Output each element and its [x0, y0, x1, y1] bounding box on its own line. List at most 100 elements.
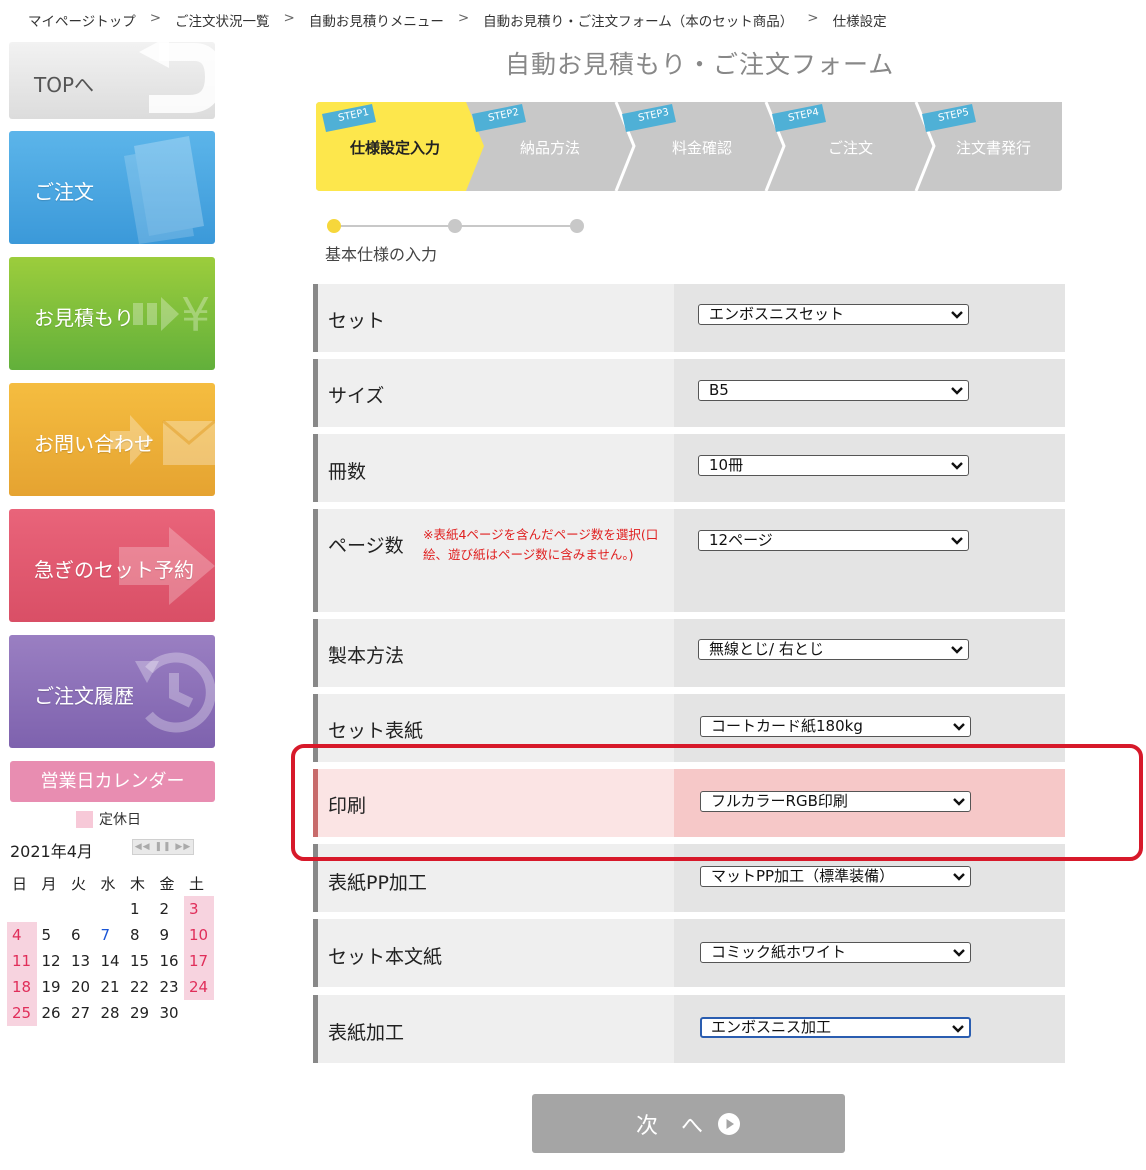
calendar-legend: 定休日: [76, 809, 141, 829]
calendar-day: 17: [184, 948, 214, 974]
row-cover-finish: 表紙加工 エンボスニス加工: [313, 995, 1065, 1063]
body-paper-select[interactable]: コミック紙ホワイト: [700, 942, 971, 963]
chevron-down-icon: [951, 462, 963, 470]
step2-label: 納品方法: [520, 139, 581, 157]
calendar-week-row: 18 19 20 21 22 23 24: [7, 974, 214, 1000]
step3-label: 料金確認: [672, 139, 733, 157]
calendar-day: 15: [130, 952, 150, 970]
calendar-day: 7: [100, 926, 111, 944]
step4-label: ご注文: [828, 139, 874, 157]
calendar-day: 19: [41, 978, 61, 996]
calendar-day: 16: [159, 952, 179, 970]
calendar-day: 12: [41, 952, 61, 970]
cover-paper-select[interactable]: コートカード紙180kg: [700, 716, 971, 737]
calendar-day: 28: [100, 1004, 120, 1022]
calendar-day: 14: [100, 952, 120, 970]
row-body-paper: セット本文紙 コミック紙ホワイト: [313, 919, 1065, 987]
form-title: 自動お見積もり・ご注文フォーム: [505, 50, 895, 79]
sidebar-quote-label: お見積もり: [34, 306, 134, 330]
breadcrumb-separator: >: [283, 10, 295, 26]
row-size: サイズ B5: [313, 359, 1065, 427]
sidebar-rush-button[interactable]: 急ぎのセット予約: [9, 509, 215, 622]
calendar-day: 22: [130, 978, 150, 996]
cover-pp-select[interactable]: マットPP加工（標準装備）: [700, 866, 971, 887]
chevron-down-icon: [952, 1025, 964, 1033]
sidebar-history-button[interactable]: ご注文履歴: [9, 635, 215, 748]
chevron-down-icon: [951, 311, 963, 319]
calendar-grid: 日 月 火 水 木 金 土 1 2 3 4 5 6 7 8 9 10 11 12 13 14 15 16 17 1…: [7, 870, 214, 1026]
calendar-day: 10: [184, 922, 214, 948]
calendar-empty-cell: [96, 896, 126, 922]
calendar-day: 5: [41, 926, 52, 944]
calendar-day: 11: [7, 948, 37, 974]
calendar-day: 2: [159, 900, 170, 918]
calendar-day: 1: [130, 900, 140, 918]
size-select[interactable]: B5: [698, 380, 969, 401]
play-circle-icon: [718, 1112, 740, 1135]
row-binding: 製本方法 無線とじ/ 右とじ: [313, 619, 1065, 687]
substep-progress: [327, 219, 584, 233]
sidebar-contact-label: お問い合わせ: [34, 432, 154, 456]
chevron-down-icon: [953, 949, 965, 957]
copies-select[interactable]: 10冊: [698, 455, 969, 476]
sidebar-quote-button[interactable]: ¥ お見積もり: [9, 257, 215, 370]
calendar-day: 6: [71, 926, 81, 944]
breadcrumb: マイページトップ > ご注文状況一覧 > 自動お見積りメニュー > 自動お見積り…: [28, 10, 887, 30]
chevron-down-icon: [951, 537, 963, 545]
row-cover-finish-label: 表紙加工: [328, 1022, 405, 1044]
breadcrumb-mypage-top[interactable]: マイページトップ: [28, 10, 136, 30]
sidebar-order-label: ご注文: [34, 180, 94, 204]
calendar-empty-cell: [37, 896, 67, 922]
next-button-label: 次 へ: [636, 1113, 711, 1139]
return-arrow-icon: [139, 42, 215, 113]
weekday-tue: 火: [71, 874, 87, 893]
row-pages: ページ数 ※表紙4ページを含んだページ数を選択(口絵、遊び紙はページ数に含みませ…: [313, 509, 1065, 612]
calendar-day: 25: [7, 1000, 37, 1026]
set-select[interactable]: エンボスニスセット: [698, 304, 969, 325]
svg-text:¥: ¥: [181, 288, 210, 342]
sidebar-top-button[interactable]: TOPへ: [9, 42, 215, 119]
substep-dot: [570, 219, 584, 233]
weekday-sat: 土: [189, 874, 205, 893]
row-set: セット エンボスニスセット: [313, 284, 1065, 352]
step-progress-bar: STEP1 STEP2 STEP3 STEP4 STEP5 仕様設定入力 納品方…: [316, 102, 1062, 191]
pages-select[interactable]: 12ページ: [698, 530, 969, 551]
sidebar-contact-button[interactable]: お問い合わせ: [9, 383, 215, 496]
calendar-day: 26: [41, 1004, 61, 1022]
row-cover-paper-label: セット表紙: [328, 720, 424, 742]
calendar-day: 23: [159, 978, 179, 996]
row-cover-pp-label: 表紙PP加工: [328, 872, 427, 894]
cover-finish-select[interactable]: エンボスニス加工: [700, 1017, 971, 1038]
binding-select[interactable]: 無線とじ/ 右とじ: [698, 639, 969, 660]
step1-label: 仕様設定入力: [350, 139, 441, 157]
breadcrumb-auto-quote-menu[interactable]: 自動お見積りメニュー: [309, 10, 444, 30]
sidebar-top-label: TOPへ: [34, 73, 95, 97]
document-icon: [124, 136, 204, 244]
chevron-down-icon: [953, 873, 965, 881]
row-set-label: セット: [328, 310, 386, 332]
chevron-down-icon: [951, 387, 963, 395]
history-clock-icon: [135, 652, 215, 733]
yen-arrow-icon: ¥: [133, 288, 210, 342]
sidebar-order-button[interactable]: ご注文: [9, 131, 215, 244]
breadcrumb-quote-order-form[interactable]: 自動お見積り・ご注文フォーム（本のセット商品）: [483, 10, 793, 30]
calendar-empty-cell: [66, 896, 96, 922]
calendar-day: 27: [71, 1004, 91, 1022]
breadcrumb-order-status-list[interactable]: ご注文状況一覧: [175, 10, 270, 30]
weekday-sun: 日: [12, 874, 28, 893]
calendar-title: 営業日カレンダー: [10, 761, 215, 802]
calendar-nav-control[interactable]: ◀◀ ❚❚ ▶▶: [132, 839, 194, 855]
calendar-day: 4: [7, 922, 37, 948]
chevron-down-icon: [953, 723, 965, 731]
weekday-thu: 木: [130, 874, 146, 893]
calendar-month: 2021年4月: [10, 842, 93, 861]
breadcrumb-separator: >: [807, 10, 819, 26]
next-button[interactable]: 次 へ: [532, 1094, 845, 1153]
row-binding-label: 製本方法: [328, 645, 405, 667]
calendar-day: 9: [159, 926, 170, 944]
calendar-day: 30: [159, 1004, 179, 1022]
calendar-day: 8: [130, 926, 140, 944]
weekday-wed: 水: [100, 874, 116, 893]
calendar-week-row: 1 23: [7, 896, 214, 922]
substep-dot: [448, 219, 462, 233]
